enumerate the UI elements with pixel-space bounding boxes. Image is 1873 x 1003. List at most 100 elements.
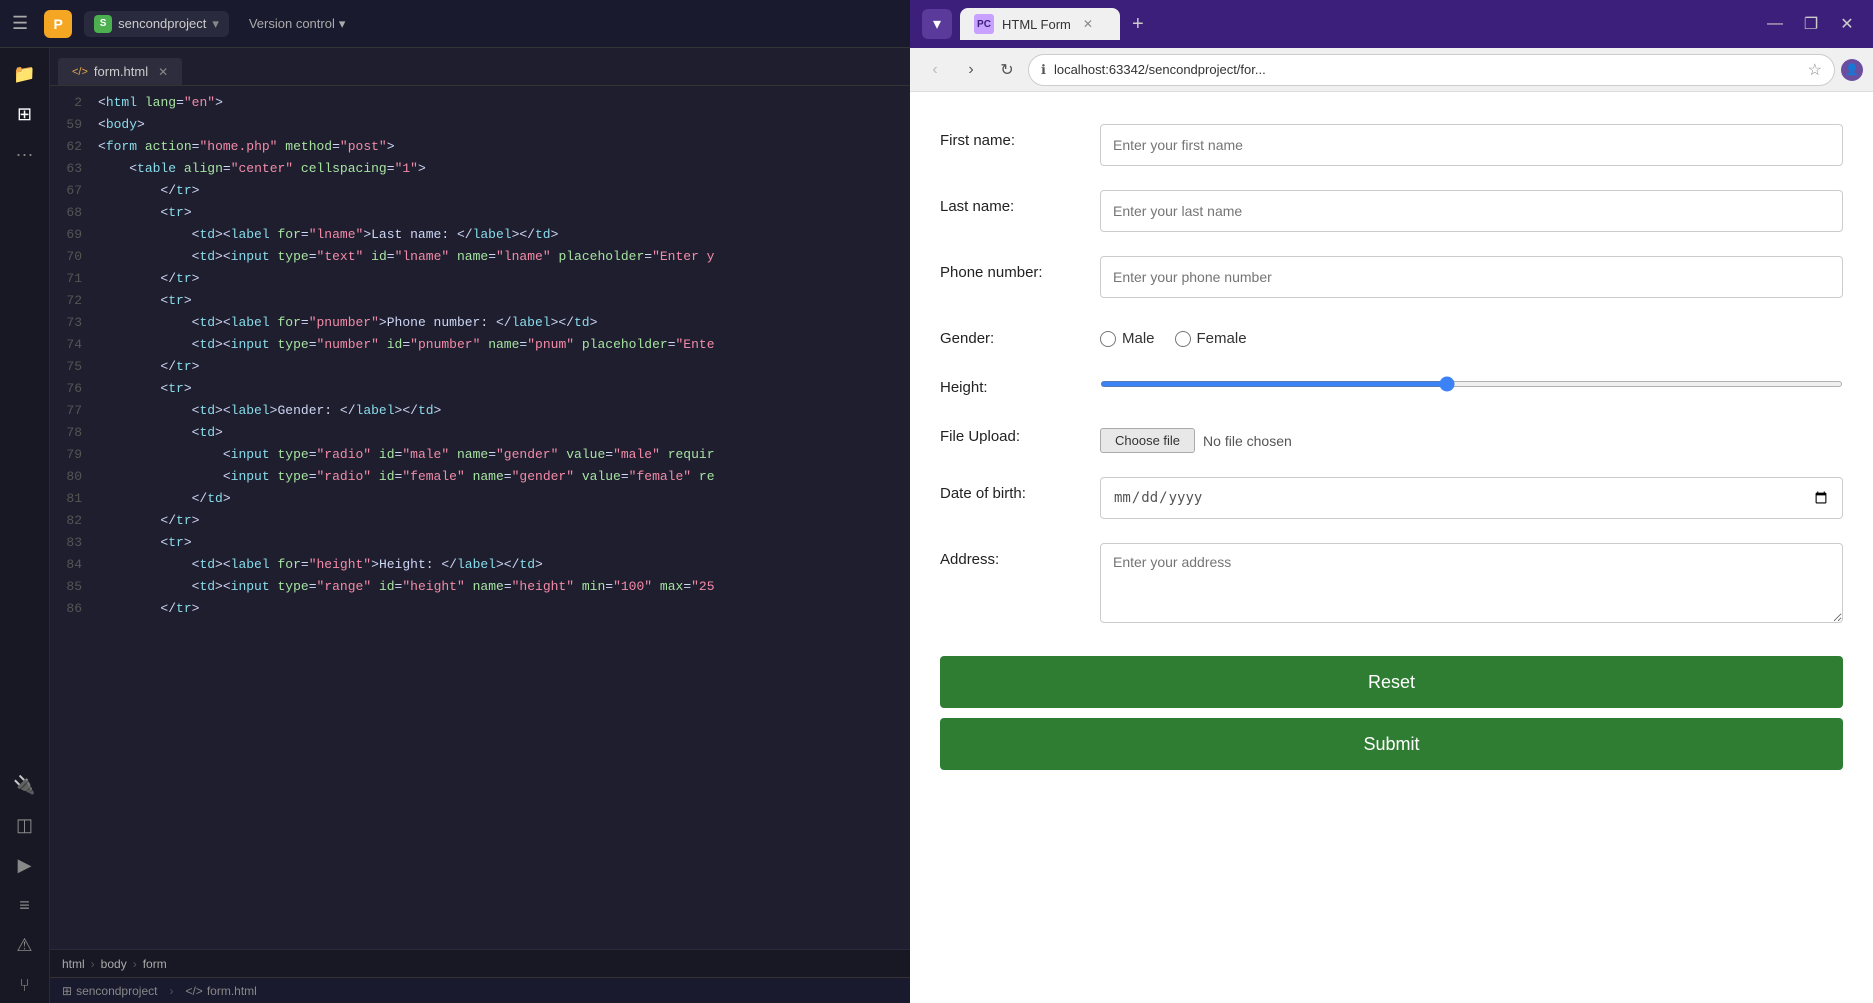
gender-label: Gender:: [940, 322, 1100, 347]
reset-button[interactable]: Reset: [940, 656, 1843, 708]
browser-forward-btn[interactable]: ›: [956, 55, 986, 85]
editor-logo: P: [44, 10, 72, 38]
code-line: 85 <td><input type="range" id="height" n…: [50, 578, 910, 600]
editor-tabbar: </> form.html ✕: [50, 48, 910, 86]
editor-breadcrumb: html › body › form: [50, 949, 910, 977]
sidebar-alert-icon[interactable]: ⚠: [7, 927, 43, 963]
tab-close-icon[interactable]: ✕: [158, 65, 168, 79]
form-row-gender: Gender: Male Female: [940, 310, 1843, 359]
code-line: 63 <table align="center" cellspacing="1"…: [50, 160, 910, 182]
project-selector[interactable]: S sencondproject ▾: [84, 11, 229, 37]
sidebar-list-icon[interactable]: ≡: [7, 887, 43, 923]
code-line: 72 <tr>: [50, 292, 910, 314]
phone-input-cell: [1100, 256, 1843, 298]
code-line: 62 <form action="home.php" method="post"…: [50, 138, 910, 160]
phone-label: Phone number:: [940, 256, 1100, 281]
code-line: 76 <tr>: [50, 380, 910, 402]
code-line: 77 <td><label>Gender: </label></td>: [50, 402, 910, 424]
browser-restore-btn[interactable]: ❐: [1797, 10, 1825, 38]
sidebar-folder-icon[interactable]: 📁: [7, 56, 43, 92]
radio-female-label: Female: [1175, 330, 1247, 347]
height-label: Height:: [940, 371, 1100, 396]
url-bookmark-icon[interactable]: ☆: [1808, 60, 1822, 80]
browser-tab-close-icon[interactable]: ✕: [1083, 17, 1093, 31]
code-area[interactable]: 2 <html lang="en"> 59 <body> 62 <form ac…: [50, 86, 910, 949]
status-filepath: </> form.html: [185, 984, 256, 998]
choose-file-btn[interactable]: Choose file: [1100, 428, 1195, 453]
code-line: 86 </tr>: [50, 600, 910, 622]
browser-minimize-btn[interactable]: —: [1761, 10, 1789, 38]
tab-file-icon: </>: [72, 66, 88, 78]
browser-topbar: ▾ PC HTML Form ✕ + — ❐ ✕: [910, 0, 1873, 48]
code-line: 68 <tr>: [50, 204, 910, 226]
code-line: 74 <td><input type="number" id="pnumber"…: [50, 336, 910, 358]
breadcrumb-body[interactable]: body: [101, 957, 127, 971]
address-input-cell: [1100, 543, 1843, 628]
editor-tab-form-html[interactable]: </> form.html ✕: [58, 58, 182, 85]
browser-refresh-btn[interactable]: ↻: [992, 55, 1022, 85]
browser-back-btn[interactable]: ‹: [920, 55, 950, 85]
last-name-label: Last name:: [940, 190, 1100, 215]
sidebar-code-icon[interactable]: ⊞: [7, 96, 43, 132]
project-icon: S: [94, 15, 112, 33]
url-lock-icon: ℹ: [1041, 62, 1046, 78]
form-row-lastname: Last name:: [940, 178, 1843, 244]
gender-input-cell: Male Female: [1100, 322, 1843, 347]
submit-button[interactable]: Submit: [940, 718, 1843, 770]
first-name-input[interactable]: [1100, 124, 1843, 166]
code-line: 59 <body>: [50, 116, 910, 138]
browser-new-tab-btn[interactable]: +: [1132, 13, 1144, 36]
height-slider[interactable]: [1100, 381, 1843, 387]
code-line: 67 </tr>: [50, 182, 910, 204]
code-line: 69 <td><label for="lname">Last name: </l…: [50, 226, 910, 248]
radio-male-label: Male: [1100, 330, 1155, 347]
code-line: 84 <td><label for="height">Height: </lab…: [50, 556, 910, 578]
code-line: 70 <td><input type="text" id="lname" nam…: [50, 248, 910, 270]
editor-panel: ☰ P S sencondproject ▾ Version control ▾…: [0, 0, 910, 1003]
form-row-dob: Date of birth:: [940, 465, 1843, 531]
version-control[interactable]: Version control ▾: [249, 16, 346, 32]
sidebar-layers-icon[interactable]: ◫: [7, 807, 43, 843]
status-bar: ⊞ sencondproject › </> form.html: [50, 977, 910, 1003]
code-line: 2 <html lang="en">: [50, 94, 910, 116]
form-row-height: Height:: [940, 359, 1843, 408]
first-name-input-cell: [1100, 124, 1843, 166]
browser-close-btn[interactable]: ✕: [1833, 10, 1861, 38]
code-line: 82 </tr>: [50, 512, 910, 534]
no-file-text: No file chosen: [1203, 433, 1292, 449]
sidebar-plugin-icon[interactable]: 🔌: [7, 767, 43, 803]
sidebar-run-icon[interactable]: ▶: [7, 847, 43, 883]
browser-account-icon[interactable]: 👤: [1841, 59, 1863, 81]
phone-input[interactable]: [1100, 256, 1843, 298]
sidebar-git-icon[interactable]: ⑂: [7, 967, 43, 1003]
first-name-label: First name:: [940, 124, 1100, 149]
dob-input[interactable]: [1100, 477, 1843, 519]
browser-dropdown-btn[interactable]: ▾: [922, 9, 952, 39]
sidebar-dots-icon[interactable]: ···: [7, 136, 43, 172]
address-textarea[interactable]: [1100, 543, 1843, 623]
breadcrumb-form[interactable]: form: [143, 957, 167, 971]
browser-tab[interactable]: PC HTML Form ✕: [960, 8, 1120, 40]
form-row-firstname: First name:: [940, 112, 1843, 178]
form-row-address: Address:: [940, 531, 1843, 640]
hamburger-icon[interactable]: ☰: [12, 13, 28, 34]
status-project: ⊞ sencondproject: [62, 984, 157, 998]
height-input-cell: [1100, 371, 1843, 392]
radio-group: Male Female: [1100, 322, 1843, 347]
address-label: Address:: [940, 543, 1100, 568]
form-buttons: Reset Submit: [940, 640, 1843, 778]
file-upload-input-cell: Choose file No file chosen: [1100, 420, 1843, 453]
dob-label: Date of birth:: [940, 477, 1100, 502]
file-upload-label: File Upload:: [940, 420, 1100, 445]
radio-female-input[interactable]: [1175, 331, 1191, 347]
form-row-file-upload: File Upload: Choose file No file chosen: [940, 408, 1843, 465]
file-upload-cell: Choose file No file chosen: [1100, 420, 1843, 453]
code-line: 73 <td><label for="pnumber">Phone number…: [50, 314, 910, 336]
code-line: 80 <input type="radio" id="female" name=…: [50, 468, 910, 490]
radio-male-input[interactable]: [1100, 331, 1116, 347]
left-sidebar: 📁 ⊞ ··· 🔌 ◫ ▶ ≡ ⚠ ⑂: [0, 48, 50, 1003]
url-bar[interactable]: ℹ localhost:63342/sencondproject/for... …: [1028, 54, 1835, 86]
last-name-input[interactable]: [1100, 190, 1843, 232]
breadcrumb-html[interactable]: html: [62, 957, 85, 971]
code-line: 81 </td>: [50, 490, 910, 512]
